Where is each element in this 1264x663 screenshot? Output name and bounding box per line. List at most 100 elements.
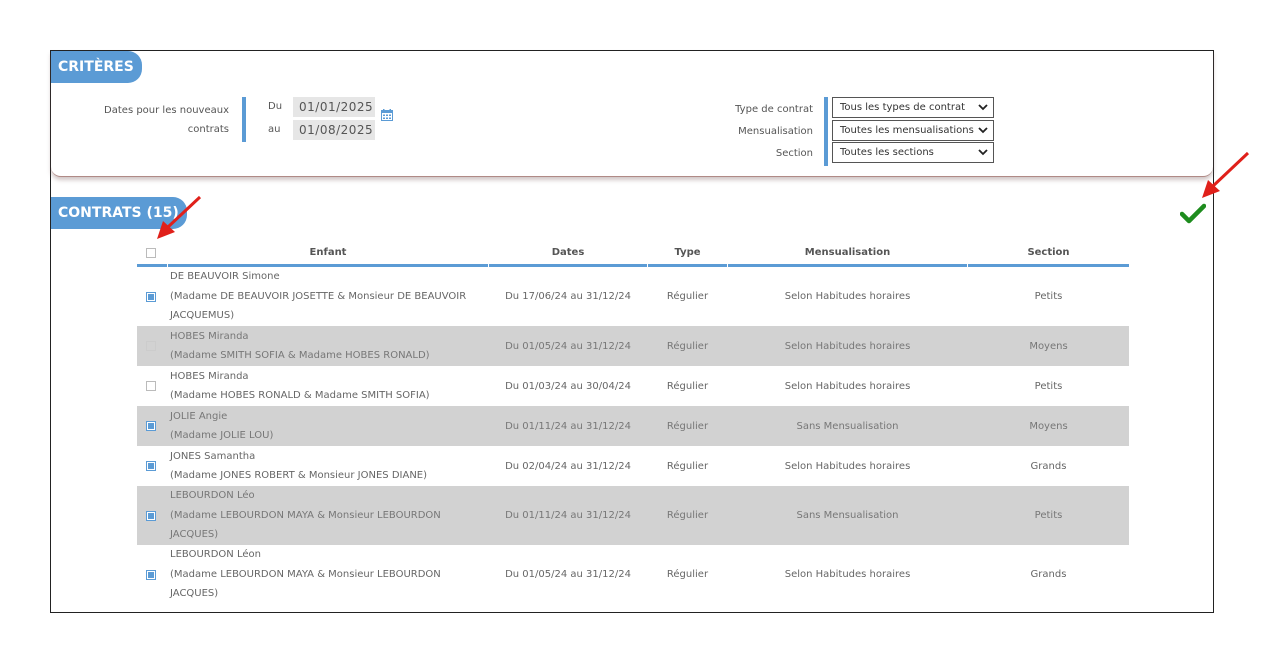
to-date-input[interactable]: 01/08/2025 [293, 120, 375, 140]
child-parents: (Madame LEBOURDON MAYA & Monsieur LEBOUR… [170, 568, 441, 580]
criteria-title: CRITÈRES [51, 51, 142, 83]
child-name: JOLIE Angie [170, 410, 228, 422]
cell-mensualisation: Selon Habitudes horaires [784, 340, 911, 352]
cell-section: Moyens [1029, 420, 1068, 432]
chevron-down-icon [978, 149, 988, 156]
cell-enfant: DE BEAUVOIR Simone (Madame DE BEAUVOIR JO… [170, 267, 466, 326]
to-label: au [268, 124, 281, 135]
table-row[interactable]: HOBES Miranda (Madame HOBES RONALD & Mada… [137, 366, 1129, 406]
child-parents: (Madame SMITH SOFIA & Madame HOBES RONAL… [170, 350, 430, 361]
annotation-arrow-icon [1202, 151, 1250, 198]
chevron-down-icon [978, 127, 988, 134]
criteria-panel: CRITÈRES Dates pour les nouveaux contrat… [51, 51, 1213, 177]
child-parents-cont: JACQUES) [170, 529, 219, 541]
cell-mensualisation: Selon Habitudes horaires [784, 569, 911, 580]
header-dates[interactable]: Dates [489, 243, 647, 267]
cell-section: Petits [1034, 291, 1063, 302]
checkmark-icon[interactable] [1180, 203, 1206, 225]
contract-type-value: Tous les types de contrat [840, 102, 966, 113]
cell-type: Régulier [666, 380, 709, 392]
cell-type: Régulier [666, 510, 709, 521]
section-select[interactable]: Toutes les sections [832, 142, 994, 163]
from-date-input[interactable]: 01/01/2025 [293, 97, 375, 117]
cell-enfant: LEBOURDON Léo (Madame LEBOURDON MAYA & Mo… [170, 486, 441, 545]
row-checkbox[interactable] [146, 461, 156, 471]
row-checkbox[interactable] [146, 291, 156, 302]
child-name: LEBOURDON Léo [170, 490, 255, 502]
cell-section: Moyens [1029, 340, 1068, 352]
header-section[interactable]: Section [968, 243, 1129, 267]
child-name: HOBES Miranda [170, 370, 249, 382]
child-name: LEBOURDON Léon [170, 549, 261, 561]
chevron-down-icon [978, 104, 988, 111]
cell-type: Régulier [666, 460, 709, 472]
cell-enfant: JOLIE Angie (Madame JOLIE LOU) [170, 406, 273, 446]
child-parents: (Madame HOBES RONALD & Madame SMITH SOFI… [170, 390, 430, 401]
header-type[interactable]: Type [648, 243, 727, 267]
cell-dates: Du 01/05/24 au 31/12/24 [505, 340, 631, 352]
child-parents: (Madame LEBOURDON MAYA & Monsieur LEBOUR… [170, 509, 441, 521]
row-checkbox[interactable] [146, 569, 156, 580]
row-select-cell [137, 267, 167, 326]
cell-mensualisation: Selon Habitudes horaires [784, 380, 911, 392]
cell-dates: Du 17/06/24 au 31/12/24 [505, 291, 631, 302]
cell-enfant: JONES Samantha (Madame JONES ROBERT & Mon… [170, 446, 427, 486]
child-parents: (Madame JOLIE LOU) [170, 430, 274, 441]
contracts-page: CRITÈRES Dates pour les nouveaux contrat… [50, 50, 1214, 613]
cell-mensualisation: Selon Habitudes horaires [784, 460, 911, 472]
row-select-cell [137, 486, 167, 545]
mensualisation-value: Toutes les mensualisations [840, 125, 974, 136]
cell-dates: Du 01/11/24 au 31/12/24 [505, 510, 631, 521]
dates-label-line1: Dates pour les nouveaux [104, 105, 229, 116]
row-checkbox[interactable] [146, 341, 156, 351]
mensualisation-select[interactable]: Toutes les mensualisations [832, 120, 994, 141]
table-header: Enfant Dates Type Mensualisation Section [137, 243, 1129, 267]
contract-type-label: Type de contrat [735, 104, 813, 115]
table-row[interactable]: LEBOURDON Léon (Madame LEBOURDON MAYA & M… [137, 545, 1129, 604]
cell-type: Régulier [666, 569, 709, 580]
header-select-cell [137, 243, 167, 267]
table-row[interactable]: HOBES Miranda (Madame SMITH SOFIA & Madam… [137, 326, 1129, 366]
cell-section: Petits [1034, 510, 1063, 521]
row-checkbox[interactable] [146, 381, 156, 391]
cell-mensualisation: Selon Habitudes horaires [784, 291, 911, 302]
contract-type-select[interactable]: Tous les types de contrat [832, 97, 994, 118]
row-checkbox[interactable] [146, 510, 156, 521]
calendar-icon[interactable] [381, 109, 393, 121]
dates-bar [242, 97, 246, 142]
child-name: DE BEAUVOIR Simone [170, 271, 280, 283]
cell-type: Régulier [666, 291, 709, 302]
cell-mensualisation: Sans Mensualisation [796, 420, 899, 432]
header-enfant[interactable]: Enfant [168, 243, 488, 267]
cell-enfant: LEBOURDON Léon (Madame LEBOURDON MAYA & M… [170, 545, 441, 604]
row-select-cell [137, 545, 167, 604]
section-label: Section [775, 148, 813, 159]
cell-section: Grands [1030, 460, 1067, 472]
table-row[interactable]: JONES Samantha (Madame JONES ROBERT & Mon… [137, 446, 1129, 486]
table-row[interactable]: JOLIE Angie (Madame JOLIE LOU) Du 01/11/24… [137, 406, 1129, 446]
table-row[interactable]: DE BEAUVOIR Simone (Madame DE BEAUVOIR JO… [137, 267, 1129, 326]
child-name: JONES Samantha [170, 450, 256, 462]
child-name: HOBES Miranda [170, 330, 249, 342]
child-parents: (Madame JONES ROBERT & Monsieur JONES DI… [170, 470, 428, 481]
contracts-table: Enfant Dates Type Mensualisation Section… [137, 243, 1129, 604]
table-row[interactable]: LEBOURDON Léo (Madame LEBOURDON MAYA & Mo… [137, 486, 1129, 545]
cell-dates: Du 01/11/24 au 31/12/24 [505, 420, 631, 432]
selects-bar [824, 97, 828, 166]
dates-label-line2: contrats [187, 124, 229, 135]
cell-enfant: HOBES Miranda (Madame HOBES RONALD & Mada… [170, 366, 430, 406]
cell-section: Grands [1030, 569, 1067, 580]
cell-section: Petits [1034, 380, 1063, 392]
select-all-checkbox[interactable] [146, 248, 156, 258]
row-select-cell [137, 406, 167, 446]
row-select-cell [137, 326, 167, 366]
cell-dates: Du 01/05/24 au 31/12/24 [505, 569, 631, 580]
child-parents: (Madame DE BEAUVOIR JOSETTE & Monsieur D… [170, 290, 467, 302]
header-mensualisation[interactable]: Mensualisation [728, 243, 967, 267]
from-label: Du [268, 101, 283, 112]
row-select-cell [137, 446, 167, 486]
child-parents-cont: JACQUEMUS) [170, 310, 235, 322]
cell-dates: Du 01/03/24 au 30/04/24 [505, 380, 631, 392]
row-checkbox[interactable] [146, 421, 156, 431]
annotation-arrow-icon [157, 195, 202, 239]
